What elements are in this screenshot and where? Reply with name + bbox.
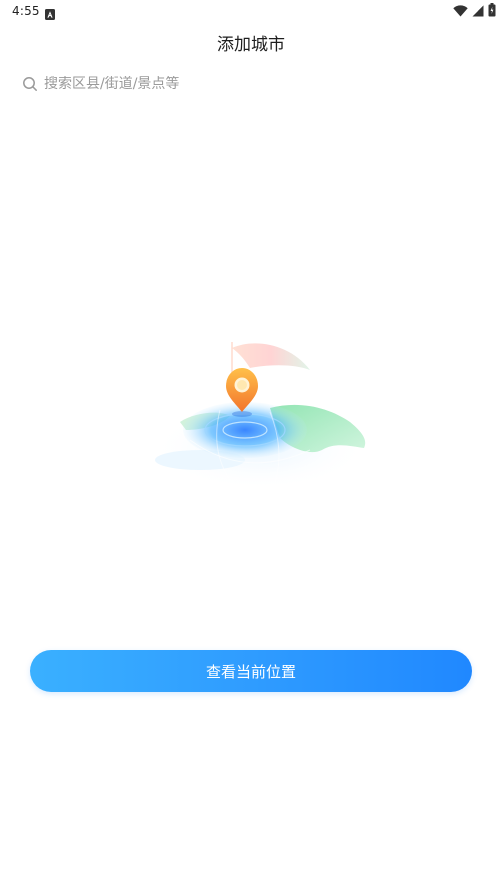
search-icon [22, 76, 38, 92]
location-map-illustration [150, 330, 380, 500]
view-current-location-button[interactable]: 查看当前位置 [30, 650, 472, 692]
cell-signal-icon [472, 2, 484, 21]
status-icons [453, 2, 496, 21]
search-input[interactable] [44, 76, 464, 92]
notification-a-icon [45, 5, 55, 20]
page-title: 添加城市 [217, 35, 285, 55]
status-bar: 4:55 [0, 0, 502, 24]
wifi-icon [453, 2, 468, 21]
status-time: 4:55 [12, 4, 40, 18]
battery-icon [488, 2, 496, 21]
add-city-screen: 4:55 添加城市 搜索区县/街道/景点等 查看当前位置 [0, 0, 502, 894]
search-bar[interactable] [18, 70, 484, 98]
